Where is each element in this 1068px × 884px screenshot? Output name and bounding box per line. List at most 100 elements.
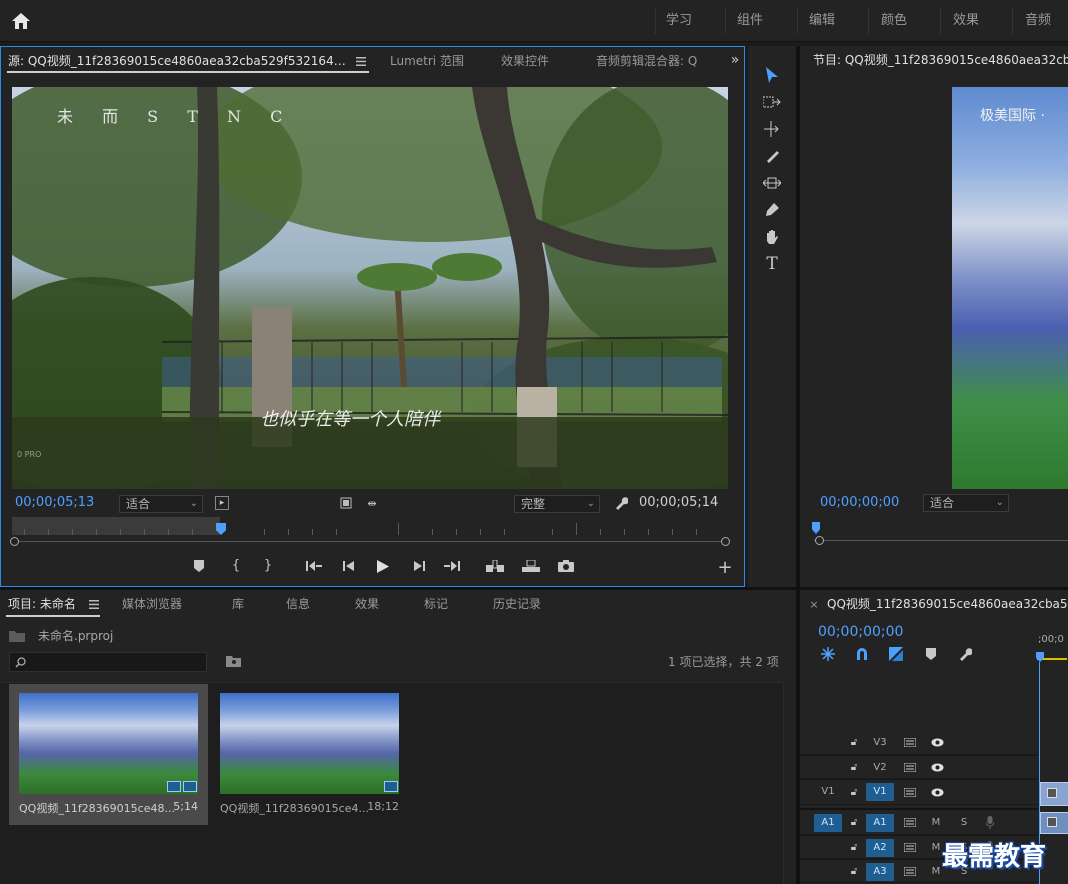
mute-button[interactable]: M xyxy=(928,814,944,832)
overflow-tabs-icon[interactable]: » xyxy=(727,52,743,68)
timeline-settings-wrench-icon[interactable] xyxy=(957,646,973,662)
lock-icon[interactable]: 🔓︎ xyxy=(848,865,860,877)
project-item-1[interactable]: QQ视频_11f28369015ce48... 5;14 xyxy=(9,684,208,825)
timeline-timecode[interactable]: 00;00;00;00 xyxy=(818,624,903,640)
horizontal-panel-divider[interactable] xyxy=(0,587,1068,590)
wrench-icon[interactable] xyxy=(613,495,629,511)
project-item-2[interactable]: QQ视频_11f28369015ce4... 18;12 xyxy=(210,684,409,825)
source-fit-dropdown[interactable]: 适合 ⌄ xyxy=(119,495,203,513)
tab-libraries[interactable]: 库 xyxy=(232,590,244,618)
insert-icon[interactable] xyxy=(485,558,505,574)
tab-lumetri-scopes[interactable]: Lumetri 范围 xyxy=(390,47,464,75)
project-panel-menu-icon[interactable] xyxy=(88,598,100,610)
track-v2-label[interactable]: V2 xyxy=(866,759,894,777)
lock-icon[interactable]: 🔓︎ xyxy=(848,761,860,773)
sync-lock-icon[interactable] xyxy=(903,865,917,877)
program-playhead[interactable] xyxy=(812,522,820,534)
zoom-scrollbar-track[interactable] xyxy=(12,541,728,542)
tab-history[interactable]: 历史记录 xyxy=(493,590,541,618)
sync-lock-icon[interactable] xyxy=(903,786,917,798)
mark-in-icon[interactable]: { xyxy=(229,557,243,573)
panel-menu-icon[interactable] xyxy=(354,54,368,68)
safe-margins-icon[interactable] xyxy=(339,496,353,510)
tab-effect-controls[interactable]: 效果控件 xyxy=(501,47,549,75)
play-icon[interactable] xyxy=(375,558,391,574)
sync-lock-icon[interactable] xyxy=(903,816,917,828)
zoom-handle-right[interactable] xyxy=(721,537,730,546)
workspace-assembly[interactable]: 组件 xyxy=(726,0,774,42)
add-marker-icon[interactable] xyxy=(192,559,206,573)
sync-lock-icon[interactable] xyxy=(903,761,917,773)
audio-clip[interactable] xyxy=(1040,812,1068,834)
sync-lock-icon[interactable] xyxy=(903,841,917,853)
zoom-handle-left[interactable] xyxy=(10,537,19,546)
tab-program[interactable]: 节目: QQ视频_11f28369015ce4860aea32cba529f53… xyxy=(813,46,1068,74)
microphone-icon[interactable] xyxy=(984,815,996,829)
ripple-edit-tool-icon[interactable] xyxy=(762,119,782,139)
vertical-panel-divider[interactable] xyxy=(796,46,800,884)
new-bin-from-search-icon[interactable] xyxy=(225,654,241,668)
home-icon[interactable] xyxy=(6,7,36,35)
go-to-out-icon[interactable] xyxy=(443,559,461,573)
workspace-editing[interactable]: 编辑 xyxy=(798,0,846,42)
program-timecode[interactable]: 00;00;00;00 xyxy=(820,495,899,510)
export-frame-camera-icon[interactable] xyxy=(557,558,575,574)
track-a3-label[interactable]: A3 xyxy=(866,863,894,881)
linked-selection-icon[interactable] xyxy=(888,646,904,662)
program-zoom-handle[interactable] xyxy=(815,536,824,545)
tab-sequence[interactable]: QQ视频_11f28369015ce4860aea32cba529f5321 xyxy=(827,590,1068,618)
add-button-icon[interactable]: + xyxy=(717,557,733,578)
tab-effects[interactable]: 效果 xyxy=(355,590,379,618)
hand-tool-icon[interactable] xyxy=(762,227,782,247)
timeline-marker-icon[interactable] xyxy=(924,647,938,661)
go-to-in-icon[interactable] xyxy=(305,559,323,573)
lock-icon[interactable]: 🔓︎ xyxy=(848,816,860,828)
tab-info[interactable]: 信息 xyxy=(286,590,310,618)
tab-audio-clip-mixer[interactable]: 音频剪辑混合器: Q xyxy=(596,47,708,75)
eye-icon[interactable] xyxy=(930,761,944,773)
track-v1-source-target[interactable]: V1 xyxy=(816,783,840,801)
program-zoom-track[interactable] xyxy=(814,540,1068,541)
pen-tool-icon[interactable] xyxy=(762,200,782,220)
razor-tool-icon[interactable] xyxy=(762,146,782,166)
source-quality-dropdown[interactable]: 完整 ⌄ xyxy=(514,495,600,513)
eye-icon[interactable] xyxy=(930,736,944,748)
track-select-tool-icon[interactable] xyxy=(762,92,782,112)
slip-tool-icon[interactable] xyxy=(762,173,782,193)
project-scrollbar[interactable] xyxy=(783,682,797,884)
lock-icon[interactable]: 🔓︎ xyxy=(848,736,860,748)
close-sequence-icon[interactable]: × xyxy=(808,598,820,611)
mark-out-icon[interactable]: } xyxy=(261,557,275,573)
type-tool-icon[interactable]: T xyxy=(762,254,782,274)
nest-icon[interactable] xyxy=(820,646,836,662)
track-a1-source-target[interactable]: A1 xyxy=(814,814,842,832)
lock-icon[interactable]: 🔓︎ xyxy=(848,786,860,798)
project-search-input[interactable] xyxy=(9,652,207,672)
source-timecode-current[interactable]: 00;00;05;13 xyxy=(15,495,94,510)
snap-magnet-icon[interactable] xyxy=(854,646,870,662)
lock-icon[interactable]: 🔓︎ xyxy=(848,841,860,853)
tab-markers[interactable]: 标记 xyxy=(424,590,448,618)
tab-media-browser[interactable]: 媒体浏览器 xyxy=(122,590,182,618)
program-fit-dropdown[interactable]: 适合 ⌄ xyxy=(923,494,1009,512)
insert-overlay-icon[interactable]: ⇹ xyxy=(365,496,379,510)
track-v1-label[interactable]: V1 xyxy=(866,783,894,801)
settings-square-icon[interactable]: ▸ xyxy=(215,496,229,510)
tab-project[interactable]: 项目: 未命名 xyxy=(8,590,76,618)
eye-icon[interactable] xyxy=(930,786,944,798)
workspace-learn[interactable]: 学习 xyxy=(655,0,703,42)
sync-lock-icon[interactable] xyxy=(903,736,917,748)
video-clip[interactable] xyxy=(1040,782,1068,806)
solo-button[interactable]: S xyxy=(956,814,972,832)
timeline-playhead[interactable] xyxy=(1036,652,1044,662)
workspace-effects[interactable]: 效果 xyxy=(942,0,990,42)
source-time-ruler[interactable] xyxy=(12,517,728,535)
selection-tool-icon[interactable] xyxy=(762,65,782,85)
workspace-color[interactable]: 颜色 xyxy=(870,0,918,42)
track-a1-label[interactable]: A1 xyxy=(866,814,894,832)
step-back-icon[interactable] xyxy=(341,559,357,573)
step-forward-icon[interactable] xyxy=(411,559,427,573)
workspace-audio[interactable]: 音频 xyxy=(1014,0,1062,42)
track-v3-label[interactable]: V3 xyxy=(866,734,894,752)
track-a2-label[interactable]: A2 xyxy=(866,839,894,857)
